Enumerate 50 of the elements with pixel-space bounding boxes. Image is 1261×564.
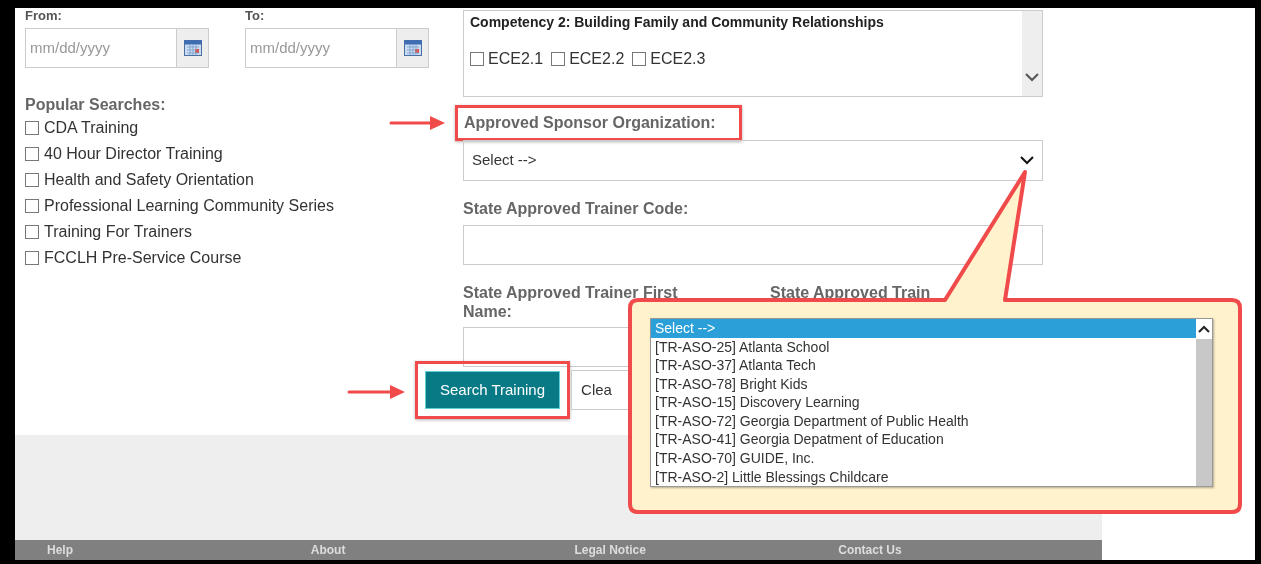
calendar-button[interactable] xyxy=(397,28,429,68)
pointer-arrow xyxy=(389,116,445,130)
scrollbar[interactable] xyxy=(1022,11,1042,96)
field-label: State Approved Trainer First Name: xyxy=(463,283,679,321)
section-heading: Popular Searches: xyxy=(25,95,167,115)
search-button[interactable]: Search Training xyxy=(425,371,561,409)
checkbox-label: ECE2.1 xyxy=(488,49,544,69)
calendar-button[interactable] xyxy=(177,28,209,68)
field-label: State Approved Trainer Code: xyxy=(463,199,690,219)
chevron-down-icon xyxy=(1020,156,1034,165)
date-field[interactable]: mm/dd/yyyy xyxy=(25,28,177,68)
dropdown-option[interactable]: [TR-ASO-41] Georgia Depatment of Education xyxy=(651,430,1196,449)
checkbox-label: ECE2.3 xyxy=(650,49,706,69)
checkbox[interactable] xyxy=(25,251,39,265)
checkbox-label: FCCLH Pre-Service Course xyxy=(44,248,242,268)
pointer-arrow xyxy=(347,385,405,399)
calendar-icon xyxy=(403,40,422,56)
field-label: Approved Sponsor Organization: xyxy=(464,113,716,133)
checkbox-label: ECE2.2 xyxy=(569,49,625,69)
checkbox[interactable] xyxy=(551,52,566,66)
checkbox[interactable] xyxy=(25,225,39,239)
dropdown-option[interactable]: [TR-ASO-2] Little Blessings Childcare xyxy=(651,467,1196,487)
dropdown-option[interactable]: [TR-ASO-70] GUIDE, Inc. xyxy=(651,448,1196,468)
checkbox[interactable] xyxy=(470,52,484,66)
date-field[interactable]: mm/dd/yyyy xyxy=(245,28,397,68)
checkbox-label: Health and Safety Orientation xyxy=(44,170,254,190)
checkbox[interactable] xyxy=(632,52,647,66)
checkbox[interactable] xyxy=(25,173,39,187)
checkbox-label: Professional Learning Community Series xyxy=(44,196,334,216)
dropdown-option[interactable]: [TR-ASO-78] Bright Kids xyxy=(651,374,1196,394)
calendar-icon xyxy=(183,40,202,56)
field-label: To: xyxy=(245,8,266,24)
field-label: State Approved Train xyxy=(770,283,931,302)
checkbox-label: Training For Trainers xyxy=(44,222,192,242)
dropdown-list[interactable] xyxy=(650,318,1213,487)
dropdown-option[interactable]: [TR-ASO-37] Atlanta Tech xyxy=(651,356,1196,375)
checkbox[interactable] xyxy=(25,147,39,161)
dropdown-option[interactable]: [TR-ASO-15] Discovery Learning xyxy=(651,393,1196,412)
checkbox-label: CDA Training xyxy=(44,118,139,138)
checkbox[interactable] xyxy=(25,121,39,135)
competency-title: Competency 2: Building Family and Community Relationships xyxy=(470,13,885,31)
checkbox-label: 40 Hour Director Training xyxy=(44,144,223,164)
scrollbar[interactable] xyxy=(1196,319,1212,486)
sponsor-select[interactable]: Select --> xyxy=(463,140,1043,181)
chevron-down-icon xyxy=(1025,73,1039,82)
chevron-up-icon xyxy=(1198,325,1210,333)
dropdown-option[interactable]: [TR-ASO-72] Georgia Department of Public Health xyxy=(651,411,1196,431)
checkbox[interactable] xyxy=(25,199,39,213)
dropdown-option[interactable]: [TR-ASO-25] Atlanta School xyxy=(651,337,1196,357)
field-label: From: xyxy=(25,8,63,24)
